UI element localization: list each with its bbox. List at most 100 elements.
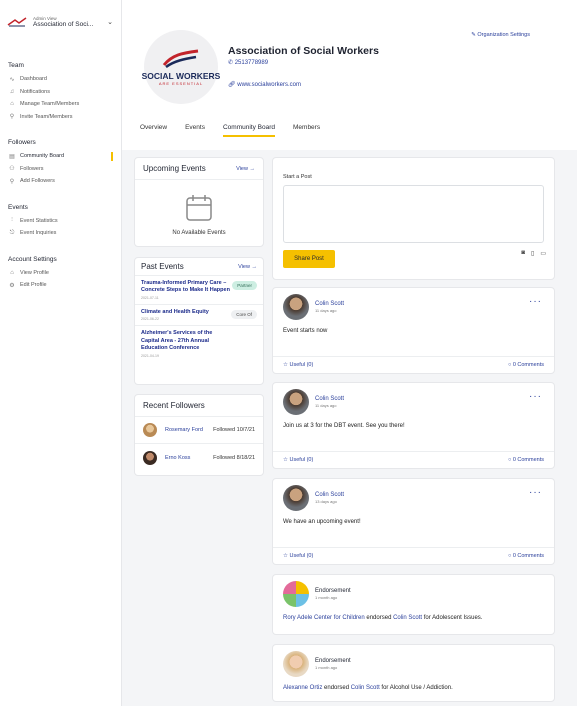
avatar — [283, 485, 309, 511]
more-options-icon[interactable]: ··· — [529, 392, 542, 402]
post-time: 11 days ago — [315, 403, 337, 408]
useful-button[interactable]: ☆ Useful (0) — [283, 362, 313, 368]
video-icon[interactable]: ▭ — [540, 250, 546, 257]
upcoming-view-link[interactable]: View → — [236, 166, 255, 172]
more-options-icon[interactable]: ··· — [529, 488, 542, 498]
org-name-short: Association of Soci... — [33, 21, 94, 28]
phone-icon: ✆ — [228, 60, 235, 66]
sidebar-item-dashboard[interactable]: ∿ Dashboard — [0, 73, 121, 86]
logo-brand-sub: ARE ESSENTIAL — [158, 80, 204, 86]
past-event-title: Trauma-Informed Primary Care – Concrete … — [141, 280, 230, 294]
document-icon[interactable]: ▯ — [531, 250, 534, 257]
chevron-down-icon[interactable]: ⌄ — [107, 18, 113, 26]
past-event-title: Alzheimer's Services of the Capital Area… — [141, 330, 213, 352]
past-event-title: Climate and Health Equity — [141, 308, 209, 315]
tab-events[interactable]: Events — [185, 124, 205, 137]
useful-button[interactable]: ☆ Useful (0) — [283, 457, 313, 463]
post-body: Event starts now — [283, 328, 328, 334]
share-post-button[interactable]: Share Post — [283, 250, 335, 268]
tab-community-board[interactable]: Community Board — [222, 124, 275, 137]
endorsee-link[interactable]: Colin Scott — [351, 685, 380, 691]
sidebar-item-label: View Profile — [20, 269, 49, 276]
past-event-item[interactable]: Alzheimer's Services of the Capital Area… — [135, 326, 263, 361]
organization-settings-link[interactable]: ✎ Organization Settings — [471, 32, 530, 38]
camera-icon[interactable]: ◙ — [521, 250, 525, 257]
past-view-link[interactable]: View → — [238, 264, 257, 270]
link-icon: 🔗︎ — [228, 82, 238, 88]
endorsement-card: Endorsement 1 month ago Alexanne Ortiz e… — [272, 644, 555, 702]
sidebar-item-view-profile[interactable]: ⌂ View Profile — [0, 267, 121, 280]
sidebar-item-followers[interactable]: ⚇ Followers — [0, 163, 121, 176]
endorse-tail: for Adolescent Issues. — [422, 615, 483, 621]
endorser-link[interactable]: Alexanne Ortiz — [283, 685, 322, 691]
endorse-tail: for Alcohol Use / Addiction. — [379, 685, 453, 691]
sidebar-item-edit-profile[interactable]: ⚙ Edit Profile — [0, 279, 121, 292]
post-author[interactable]: Colin Scott 11 days ago — [283, 389, 344, 415]
tab-overview[interactable]: Overview — [140, 124, 167, 137]
sidebar-item-community-board[interactable]: ▤ Community Board — [0, 150, 121, 163]
post-actions: ☆ Useful (0) ○ 0 Comments — [273, 356, 554, 373]
author-name[interactable]: Colin Scott — [315, 396, 344, 402]
endorsement-author: Endorsement 1 month ago — [283, 651, 351, 677]
follower-row[interactable]: Rosemary Ford Followed 10/7/21 — [135, 417, 263, 444]
sidebar-item-notifications[interactable]: ♫ Notifications — [0, 86, 121, 99]
org-switcher[interactable]: Admin View Association of Soci... ⌄ — [0, 0, 121, 32]
org-logo-small — [6, 15, 28, 29]
avatar — [283, 651, 309, 677]
past-event-item[interactable]: Climate and Health Equity 2021-06-22 Cor… — [135, 305, 263, 327]
more-options-icon[interactable]: ··· — [529, 297, 542, 307]
sidebar-item-invite-team[interactable]: ⚲ Invite Team/Members — [0, 111, 121, 124]
activity-icon: ∿ — [9, 76, 15, 83]
past-event-date: 2021-04-19 — [141, 353, 159, 358]
post-textarea[interactable] — [283, 185, 544, 243]
org-logo: SOCIAL WORKERS ARE ESSENTIAL — [142, 30, 220, 104]
comments-label: 0 Comments — [512, 553, 544, 559]
follower-name[interactable]: Erno Koss — [165, 455, 207, 461]
past-events-card: Past Events View → Trauma-Informed Prima… — [134, 257, 264, 385]
main-content: SOCIAL WORKERS ARE ESSENTIAL Association… — [122, 0, 577, 706]
post-composer: Start a Post Share Post ◙ ▯ ▭ — [272, 157, 555, 280]
comments-button[interactable]: ○ 0 Comments — [508, 457, 544, 463]
sidebar: Admin View Association of Soci... ⌄ Team… — [0, 0, 122, 706]
post-body: We have an upcoming event! — [283, 519, 361, 525]
post-author[interactable]: Colin Scott 11 days ago — [283, 294, 344, 320]
section-team: Team — [8, 62, 24, 69]
sidebar-item-add-followers[interactable]: ⚲ Add Followers — [0, 175, 121, 188]
follower-row[interactable]: Erno Koss Followed 8/18/21 — [135, 444, 263, 471]
logo-swoosh — [162, 49, 199, 68]
author-name[interactable]: Colin Scott — [315, 301, 344, 307]
sidebar-item-event-inquiries[interactable]: ⎋ Event Inquiries — [0, 227, 121, 240]
past-event-item[interactable]: Trauma-Informed Primary Care – Concrete … — [135, 276, 263, 305]
org-phone[interactable]: ✆ 2513778989 — [228, 59, 268, 66]
lock-icon: ⌂ — [10, 101, 14, 108]
post-author[interactable]: Colin Scott 13 days ago — [283, 485, 344, 511]
comments-label: 0 Comments — [512, 362, 544, 368]
sidebar-item-manage-team[interactable]: ⌂ Manage Team/Members — [0, 98, 121, 111]
sidebar-item-label: Invite Team/Members — [20, 113, 73, 120]
past-events-title: Past Events — [141, 262, 184, 271]
upcoming-events-card: Upcoming Events View → No Available Even… — [134, 157, 264, 247]
endorsee-link[interactable]: Colin Scott — [393, 615, 422, 621]
endorser-link[interactable]: Rory Adele Center for Children — [283, 615, 365, 621]
endorsement-text: Alexanne Ortiz endorsed Colin Scott for … — [283, 685, 453, 691]
endorsement-author: Endorsement 1 month ago — [283, 581, 351, 607]
follower-name[interactable]: Rosemary Ford — [165, 427, 207, 433]
settings-label: Organization Settings — [477, 32, 530, 38]
upcoming-events-header: Upcoming Events View → — [135, 158, 263, 180]
comments-label: 0 Comments — [512, 457, 544, 463]
tab-bar: Overview Events Community Board Members — [140, 124, 338, 137]
useful-button[interactable]: ☆ Useful (0) — [283, 553, 313, 559]
tab-members[interactable]: Members — [293, 124, 320, 137]
comments-button[interactable]: ○ 0 Comments — [508, 362, 544, 368]
post-card: Colin Scott 11 days ago ··· Join us at 3… — [272, 382, 555, 469]
sidebar-item-label: Manage Team/Members — [20, 101, 80, 108]
post-card: Colin Scott 11 days ago ··· Event starts… — [272, 287, 555, 374]
useful-label: Useful (0) — [289, 553, 314, 559]
sidebar-item-label: Community Board — [20, 153, 65, 160]
recent-followers-header: Recent Followers — [135, 395, 263, 417]
author-name[interactable]: Colin Scott — [315, 492, 344, 498]
sidebar-item-event-statistics[interactable]: ⫶ Event Statistics — [0, 215, 121, 228]
avatar — [283, 294, 309, 320]
org-website[interactable]: 🔗︎ www.socialworkers.com — [228, 81, 301, 88]
comments-button[interactable]: ○ 0 Comments — [508, 553, 544, 559]
